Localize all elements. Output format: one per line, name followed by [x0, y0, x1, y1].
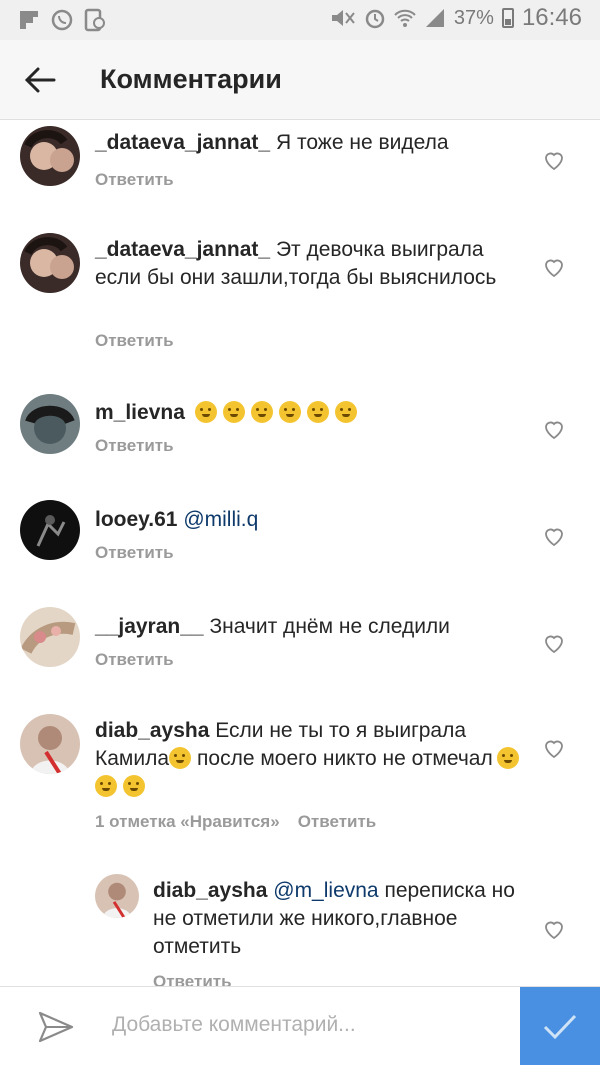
- comment-username[interactable]: diab_aysha: [95, 719, 209, 742]
- comment-meta: Ответить: [153, 972, 232, 986]
- comment-text-continued: после моего никто не отмечал: [197, 747, 493, 770]
- avatar[interactable]: [95, 874, 139, 918]
- comment-text: Значит днём не следили: [209, 615, 450, 638]
- heart-icon[interactable]: [542, 255, 566, 279]
- avatar[interactable]: [20, 126, 80, 186]
- thinking-emoji-icon: [306, 401, 329, 423]
- comment-meta: Ответить: [95, 436, 174, 456]
- likes-count[interactable]: 1 отметка «Нравится»: [95, 812, 280, 832]
- battery-icon: [501, 8, 514, 28]
- emoji-row: [194, 401, 363, 424]
- clock: 16:46: [521, 4, 582, 31]
- comment-body: diab_aysha @m_lievna переписка но не отм…: [153, 877, 523, 961]
- reply-button[interactable]: Ответить: [95, 170, 174, 190]
- comment-mention[interactable]: @m_lievna: [273, 879, 378, 902]
- comment-body: looey.61 @milli.q: [95, 506, 525, 534]
- thinking-emoji-icon: [222, 401, 245, 423]
- avatar[interactable]: [20, 233, 80, 293]
- thinking-emoji-icon: [278, 401, 301, 423]
- reply-button[interactable]: Ответить: [95, 436, 174, 456]
- heart-icon[interactable]: [542, 524, 566, 548]
- laughing-emoji-icon: [496, 747, 519, 769]
- back-button[interactable]: [20, 60, 60, 100]
- reply-button[interactable]: Ответить: [95, 650, 174, 670]
- checkmark-icon: [543, 1014, 577, 1039]
- heart-icon[interactable]: [542, 148, 566, 172]
- back-arrow-icon: [24, 67, 56, 93]
- comment-body: _dataeva_jannat_ Я тоже не видела: [95, 129, 525, 157]
- header: Комментарии: [0, 40, 600, 120]
- reply-button[interactable]: Ответить: [153, 972, 232, 986]
- status-bar: 37% 16:46: [0, 0, 600, 40]
- comment-body: diab_aysha Если не ты то я выиграла Ками…: [95, 717, 525, 801]
- comments-list[interactable]: _dataeva_jannat_ Я тоже не видела Ответи…: [0, 121, 600, 986]
- comment-username[interactable]: m_lievna: [95, 401, 185, 424]
- mute-icon: [331, 10, 355, 26]
- comment-mention[interactable]: @milli.q: [183, 508, 258, 531]
- comment-body: m_lievna: [95, 399, 525, 427]
- heart-icon[interactable]: [542, 917, 566, 941]
- comment-meta: Ответить: [95, 650, 174, 670]
- comment-meta: Ответить: [95, 170, 174, 190]
- avatar[interactable]: [20, 607, 80, 667]
- send-icon[interactable]: [36, 1007, 76, 1047]
- comment-input[interactable]: [112, 1005, 502, 1045]
- avatar[interactable]: [20, 714, 80, 774]
- reply-button[interactable]: Ответить: [95, 331, 174, 351]
- signal-icon: [425, 9, 444, 27]
- comment-meta: 1 отметка «Нравится» Ответить: [95, 812, 376, 832]
- battery-percent: 37%: [453, 7, 494, 29]
- comment-username[interactable]: diab_aysha: [153, 879, 267, 902]
- heart-icon[interactable]: [542, 417, 566, 441]
- reply-button[interactable]: Ответить: [298, 812, 377, 832]
- comment-meta: Ответить: [95, 543, 174, 563]
- heart-icon[interactable]: [542, 631, 566, 655]
- comment-username[interactable]: looey.61: [95, 508, 177, 531]
- comment-username[interactable]: _dataeva_jannat_: [95, 238, 270, 261]
- post-button[interactable]: [520, 987, 600, 1065]
- comment-meta: Ответить: [95, 331, 174, 351]
- heart-icon[interactable]: [542, 736, 566, 760]
- thinking-emoji-icon: [194, 401, 217, 423]
- status-bar-system: 37% 16:46: [330, 6, 582, 30]
- comment-username[interactable]: __jayran__: [95, 615, 204, 638]
- reply-button[interactable]: Ответить: [95, 543, 174, 563]
- page-title: Комментарии: [100, 64, 282, 94]
- comment-body: _dataeva_jannat_ Эт девочка выиграла есл…: [95, 236, 525, 292]
- avatar[interactable]: [20, 394, 80, 454]
- comment-text: Я тоже не видела: [275, 131, 449, 154]
- thinking-emoji-icon: [250, 401, 273, 423]
- comment-body: __jayran__ Значит днём не следили: [95, 613, 525, 641]
- wifi-icon: [394, 9, 416, 27]
- comment-composer: [0, 986, 600, 1065]
- thinking-emoji-icon: [334, 401, 357, 423]
- laughing-emoji-icon: [95, 775, 117, 797]
- screenshot-icon: [84, 8, 105, 32]
- alarm-icon: [365, 9, 385, 29]
- flipboard-icon: [20, 11, 38, 29]
- wink-emoji-icon: [169, 747, 192, 769]
- avatar[interactable]: [20, 500, 80, 560]
- whatsapp-icon: [51, 9, 73, 31]
- status-bar-notifications: [18, 8, 106, 32]
- comment-username[interactable]: _dataeva_jannat_: [95, 131, 270, 154]
- laughing-emoji-icon: [123, 775, 145, 797]
